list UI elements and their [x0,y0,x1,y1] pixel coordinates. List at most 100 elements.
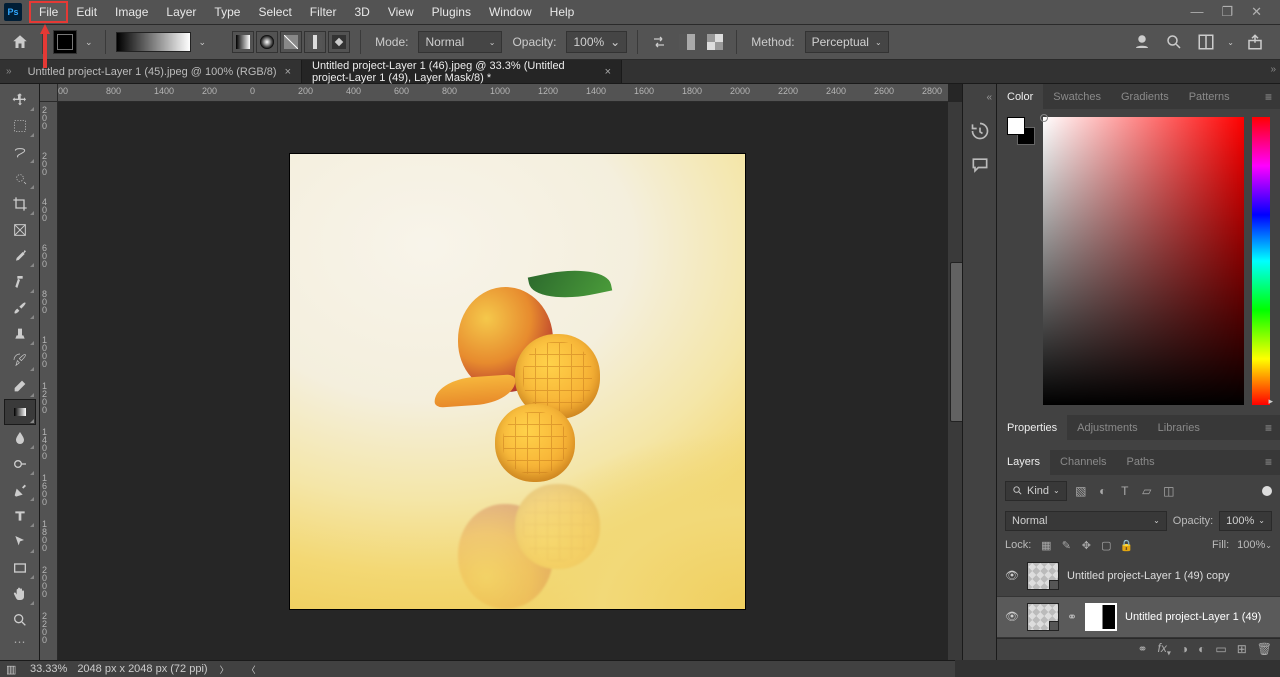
menu-select[interactable]: Select [249,2,300,22]
filter-shape-icon[interactable]: ▱ [1139,484,1155,498]
collapse-panels-icon[interactable]: « [986,92,996,103]
layers-tab-channels[interactable]: Channels [1050,450,1116,475]
layer-thumbnail[interactable] [1027,562,1059,590]
gradient-radial-icon[interactable] [256,31,278,53]
foreground-background-swatch[interactable] [1007,117,1035,145]
vertical-ruler[interactable]: 2 0 02 0 04 0 06 0 08 0 01 0 0 01 2 0 01… [40,102,58,660]
lock-paint-icon[interactable]: ✎ [1059,539,1073,552]
eyedropper-tool[interactable] [5,244,35,268]
status-info-caret[interactable]: 〉 [218,663,231,676]
history-panel-icon[interactable] [970,121,990,141]
path-selection-tool[interactable] [5,530,35,554]
layer-visibility-icon[interactable]: 👁 [1005,610,1019,623]
reverse-gradient-icon[interactable] [648,31,670,53]
lasso-tool[interactable] [5,140,35,164]
lock-all-icon[interactable]: 🔒 [1119,539,1133,552]
pen-tool[interactable] [5,478,35,502]
maximize-button[interactable]: ❐ [1221,4,1233,20]
hue-slider[interactable] [1252,117,1270,405]
ruler-origin[interactable] [40,84,58,102]
quick-selection-tool[interactable] [5,166,35,190]
search-icon[interactable] [1163,31,1185,53]
new-layer-icon[interactable]: ⊞ [1237,642,1247,656]
history-brush-tool[interactable] [5,348,35,372]
minimize-button[interactable]: — [1190,4,1203,20]
layer-filter-dropdown[interactable]: Kind ⌄ [1005,481,1067,501]
gradient-tool[interactable] [5,400,35,424]
menu-layer[interactable]: Layer [157,2,205,22]
gradient-tool-preset[interactable] [53,30,77,54]
layer-blend-mode-dropdown[interactable]: Normal ⌄ [1005,511,1167,531]
menu-edit[interactable]: Edit [67,2,106,22]
lock-position-icon[interactable]: ✥ [1079,539,1093,552]
lock-artboard-icon[interactable]: ▢ [1099,539,1113,552]
eraser-tool[interactable] [5,374,35,398]
gradient-picker-caret[interactable]: ⌄ [197,37,209,48]
menu-image[interactable]: Image [106,2,157,22]
new-group-icon[interactable]: ▭ [1215,642,1226,656]
layer-opacity-input[interactable]: 100%⌄ [1219,511,1272,531]
zoom-tool[interactable] [5,608,35,632]
move-tool[interactable] [5,88,35,112]
comments-panel-icon[interactable] [970,155,990,175]
props-tab-libraries[interactable]: Libraries [1148,415,1210,440]
menu-filter[interactable]: Filter [301,2,346,22]
tabs-expand-right[interactable]: » [1270,64,1276,75]
method-dropdown[interactable]: Perceptual⌄ [805,31,889,53]
filter-adjustment-icon[interactable]: ◐ [1095,484,1111,498]
frame-tool[interactable] [5,218,35,242]
layer-style-icon[interactable]: fx▾ [1158,641,1171,657]
opacity-input[interactable]: 100%⌄ [566,31,627,53]
layer-item[interactable]: 👁Untitled project-Layer 1 (49) copy [997,556,1280,597]
marquee-tool[interactable] [5,114,35,138]
layers-tab-layers[interactable]: Layers [997,450,1050,475]
filter-toggle[interactable] [1262,486,1272,496]
menu-3d[interactable]: 3D [345,2,378,22]
color-tab-color[interactable]: Color [997,84,1043,109]
dodge-tool[interactable] [5,452,35,476]
crop-tool[interactable] [5,192,35,216]
clone-stamp-tool[interactable] [5,322,35,346]
close-window-button[interactable]: ✕ [1251,4,1262,20]
document-tab[interactable]: Untitled project-Layer 1 (46).jpeg @ 33.… [302,60,622,83]
filter-type-icon[interactable]: T [1117,484,1133,498]
color-tab-gradients[interactable]: Gradients [1111,84,1179,109]
menu-window[interactable]: Window [480,2,541,22]
horizontal-ruler[interactable]: 0080014002000200400600800100012001400160… [58,84,948,102]
layer-thumbnail[interactable] [1027,603,1059,631]
gradient-preview[interactable] [116,32,191,52]
edit-toolbar[interactable]: ⋯ [5,634,35,650]
menu-file[interactable]: File [30,2,67,22]
cloud-sync-icon[interactable] [1131,31,1153,53]
layer-mask-link-icon[interactable]: ⚭ [1067,610,1077,624]
panel-menu-icon[interactable]: ≡ [1257,421,1280,435]
menu-help[interactable]: Help [541,2,584,22]
status-nav-left[interactable]: 〈 [245,663,258,676]
panel-menu-icon[interactable]: ≡ [1257,90,1280,104]
home-button[interactable] [8,30,32,54]
link-layers-icon[interactable]: ⚭ [1137,642,1147,656]
layers-tab-paths[interactable]: Paths [1117,450,1165,475]
close-tab-icon[interactable]: × [605,66,611,78]
transparency-icon[interactable] [704,31,726,53]
blend-mode-dropdown[interactable]: Normal⌄ [418,31,502,53]
menu-plugins[interactable]: Plugins [423,2,480,22]
canvas-area[interactable]: 0080014002000200400600800100012001400160… [40,84,962,660]
gradient-diamond-icon[interactable] [328,31,350,53]
zoom-level[interactable]: 33.33% [30,663,67,675]
preset-dropdown-caret[interactable]: ⌄ [83,37,95,48]
hand-tool[interactable] [5,582,35,606]
new-adjustment-icon[interactable]: ◐ [1198,642,1205,656]
brush-tool[interactable] [5,296,35,320]
dither-icon[interactable] [676,31,698,53]
delete-layer-icon[interactable]: 🗑 [1257,642,1272,656]
document-tab[interactable]: Untitled project-Layer 1 (45).jpeg @ 100… [18,60,302,83]
color-tab-patterns[interactable]: Patterns [1179,84,1240,109]
healing-brush-tool[interactable] [5,270,35,294]
gradient-angle-icon[interactable] [280,31,302,53]
lock-transparency-icon[interactable]: ▦ [1039,539,1053,552]
tabs-expand-left[interactable]: » [0,60,18,83]
blur-tool[interactable] [5,426,35,450]
gradient-linear-icon[interactable] [232,31,254,53]
gradient-reflected-icon[interactable] [304,31,326,53]
